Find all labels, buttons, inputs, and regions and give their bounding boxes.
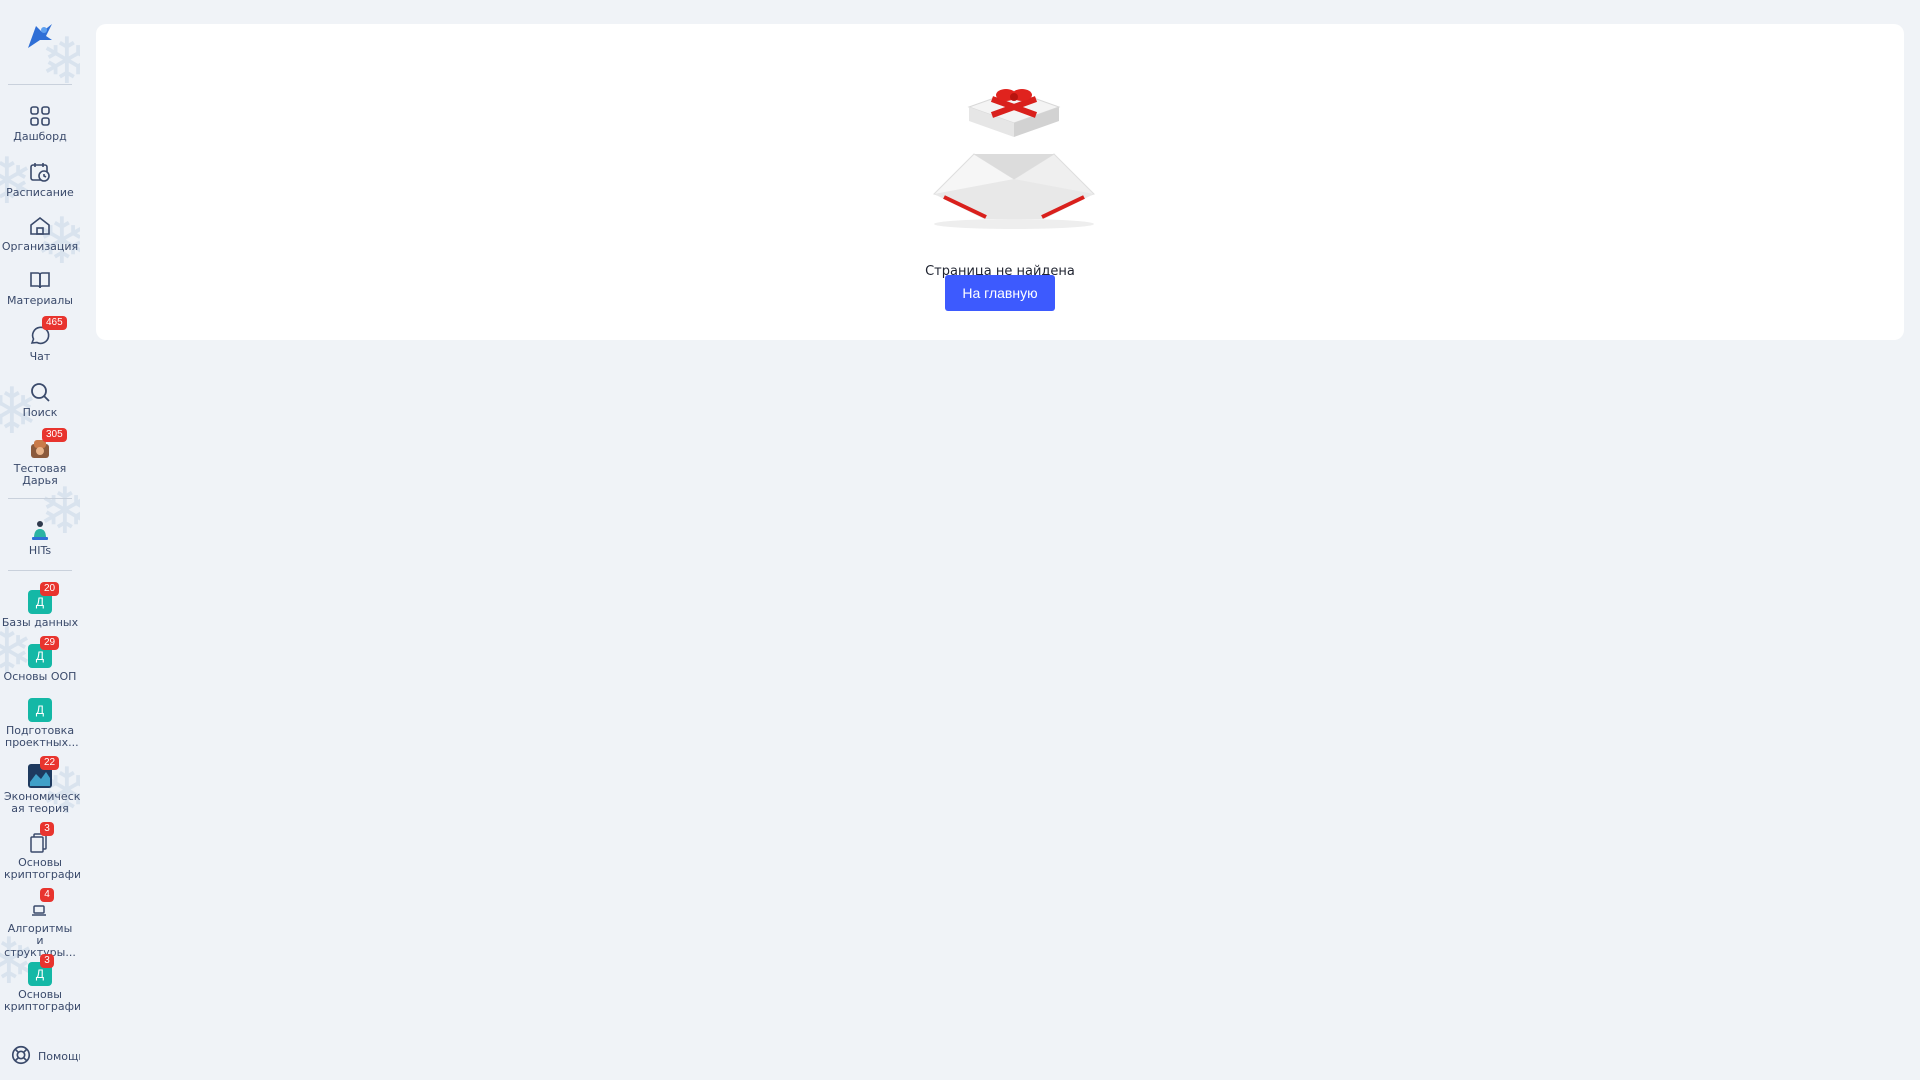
sidebar-item-label: Организация [1, 240, 79, 253]
course-label: Алгоритмы и структуры... [4, 922, 76, 959]
course-item-algorithms[interactable]: 4 Алгоритмы и структуры... [0, 888, 80, 959]
unread-badge: 3 [40, 822, 54, 836]
search-icon [28, 380, 52, 404]
sidebar-divider [8, 570, 72, 571]
course-image-icon: 22 [28, 756, 60, 788]
go-home-button[interactable]: На главную [945, 275, 1055, 311]
course-label: Экономическ ая теория [4, 790, 80, 815]
sidebar-item-schedule[interactable]: Расписание [0, 160, 80, 199]
unread-badge: 20 [40, 582, 60, 596]
unread-badge: 22 [40, 756, 60, 770]
unread-badge: 3 [40, 954, 54, 968]
sidebar-item-label: HITs [28, 544, 52, 557]
sidebar-item-label: Чат [29, 350, 51, 363]
course-item-oop[interactable]: Д 29 Основы ООП [0, 636, 80, 683]
grid-icon [28, 104, 52, 128]
course-letter: Д [28, 698, 52, 722]
help-label: Помощь [38, 1050, 80, 1063]
not-found-card: Страница не найдена На главную [96, 24, 1904, 340]
course-label: Основы ООП [3, 670, 77, 683]
sidebar-divider [8, 498, 72, 499]
sidebar-item-label: Дашборд [13, 130, 67, 143]
course-icon: Д [28, 698, 52, 722]
course-item-crypto-2[interactable]: Д 3 Основы криптографии [0, 954, 80, 1013]
sidebar-item-search[interactable]: Поиск [0, 380, 80, 419]
sidebar-item-label: Расписание [6, 186, 74, 199]
lifebuoy-icon [10, 1044, 32, 1069]
book-icon [28, 268, 52, 292]
home-icon [28, 214, 52, 238]
unread-badge: 305 [42, 428, 67, 442]
sidebar-item-materials[interactable]: Материалы [0, 268, 80, 307]
calendar-icon [28, 160, 52, 184]
course-item-crypto[interactable]: 3 Основы криптографии [0, 822, 80, 881]
sidebar-divider [8, 84, 72, 85]
course-item-project-prep[interactable]: Д Подготовка проектных... [0, 698, 80, 749]
sidebar-item-label: Материалы [7, 294, 73, 307]
course-label: Подготовка проектных... [5, 724, 79, 749]
sidebar: ❄ ❄ ❄ ❄ ❄ ❄ ❄ ❄ Дашборд Расписание Орган… [0, 0, 80, 1080]
course-icon: Д 20 [28, 582, 60, 614]
course-label: Основы криптографии [4, 856, 80, 881]
sidebar-item-label: Тестовая Дарья [13, 462, 67, 487]
sidebar-item-profile[interactable]: 305 Тестовая Дарья [0, 428, 80, 487]
open-gift-illustration [914, 69, 1114, 229]
course-icon: Д 3 [28, 954, 54, 986]
unread-badge: 4 [40, 888, 54, 902]
documents-icon: 3 [28, 822, 54, 854]
hits-logo [28, 518, 52, 542]
sidebar-item-hits[interactable]: HITs [0, 518, 80, 557]
sidebar-item-organization[interactable]: Организация [0, 214, 80, 253]
unread-badge: 29 [40, 636, 60, 650]
sidebar-item-dashboard[interactable]: Дашборд [0, 104, 80, 143]
sidebar-item-label: Поиск [22, 406, 58, 419]
course-item-databases[interactable]: Д 20 Базы данных [0, 582, 80, 629]
chat-icon: 465 [28, 316, 67, 348]
laptop-icon: 4 [28, 888, 54, 920]
course-label: Базы данных [1, 616, 79, 629]
sidebar-item-chat[interactable]: 465 Чат [0, 316, 80, 363]
course-icon: Д 29 [28, 636, 60, 668]
unread-badge: 465 [42, 316, 67, 330]
course-label: Основы криптографии [4, 988, 80, 1013]
app-logo[interactable] [22, 18, 58, 54]
course-item-economics[interactable]: 22 Экономическ ая теория [0, 756, 80, 815]
avatar: 305 [28, 428, 67, 460]
help-link[interactable]: Помощь [10, 1044, 80, 1069]
